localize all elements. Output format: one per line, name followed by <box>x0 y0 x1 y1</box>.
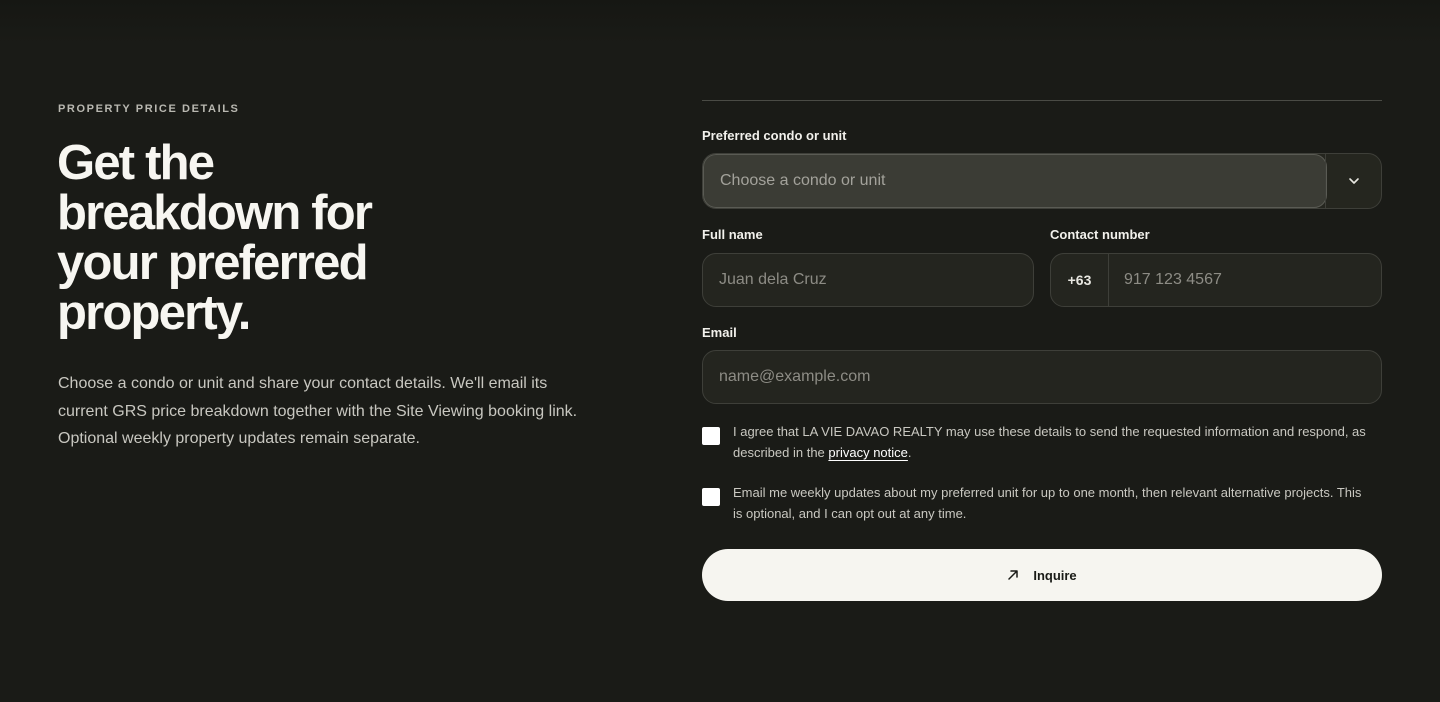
unit-select[interactable]: Choose a condo or unit <box>702 153 1382 209</box>
consent-text-end: . <box>907 444 912 460</box>
contact-number-placeholder: 917 123 4567 <box>1124 271 1222 288</box>
email-placeholder: name@example.com <box>719 368 871 385</box>
page-title: Get the breakdown for your preferred pro… <box>57 136 373 340</box>
arrow-up-right-icon <box>1008 570 1019 580</box>
page: PROPERTY PRICE DETAILS Get the breakdown… <box>0 0 1440 702</box>
contact-number-label: Contact number <box>1050 227 1150 242</box>
updates-row: Email me weekly updates about my preferr… <box>702 483 1382 524</box>
intro-text: Choose a condo or unit and share your co… <box>58 375 578 447</box>
inquire-button-label: Inquire <box>1033 567 1077 583</box>
consent-text: I agree that LA VIE DAVAO REALTY may use… <box>733 422 1373 463</box>
full-name-input[interactable]: Juan dela Cruz <box>702 253 1034 307</box>
email-label: Email <box>702 325 737 340</box>
unit-select-placeholder: Choose a condo or unit <box>720 172 886 189</box>
inquire-button[interactable]: Inquire <box>702 549 1382 601</box>
unit-label: Preferred condo or unit <box>702 128 847 143</box>
full-name-label: Full name <box>702 227 763 242</box>
updates-checkbox[interactable] <box>702 488 720 506</box>
consent-checkbox[interactable] <box>702 427 720 445</box>
chevron-down-icon[interactable] <box>1325 154 1381 208</box>
unit-select-field[interactable]: Choose a condo or unit <box>703 154 1327 208</box>
privacy-notice-link[interactable]: privacy notice <box>828 445 907 460</box>
country-code-prefix: +63 <box>1051 254 1109 306</box>
divider <box>702 100 1382 101</box>
consent-row: I agree that LA VIE DAVAO REALTY may use… <box>702 422 1382 463</box>
contact-number-input[interactable]: +63 917 123 4567 <box>1050 253 1382 307</box>
section-eyebrow: PROPERTY PRICE DETAILS <box>58 103 240 115</box>
full-name-placeholder: Juan dela Cruz <box>719 271 827 288</box>
top-band <box>0 0 1440 44</box>
updates-text: Email me weekly updates about my preferr… <box>733 485 1362 521</box>
email-input[interactable]: name@example.com <box>702 350 1382 404</box>
